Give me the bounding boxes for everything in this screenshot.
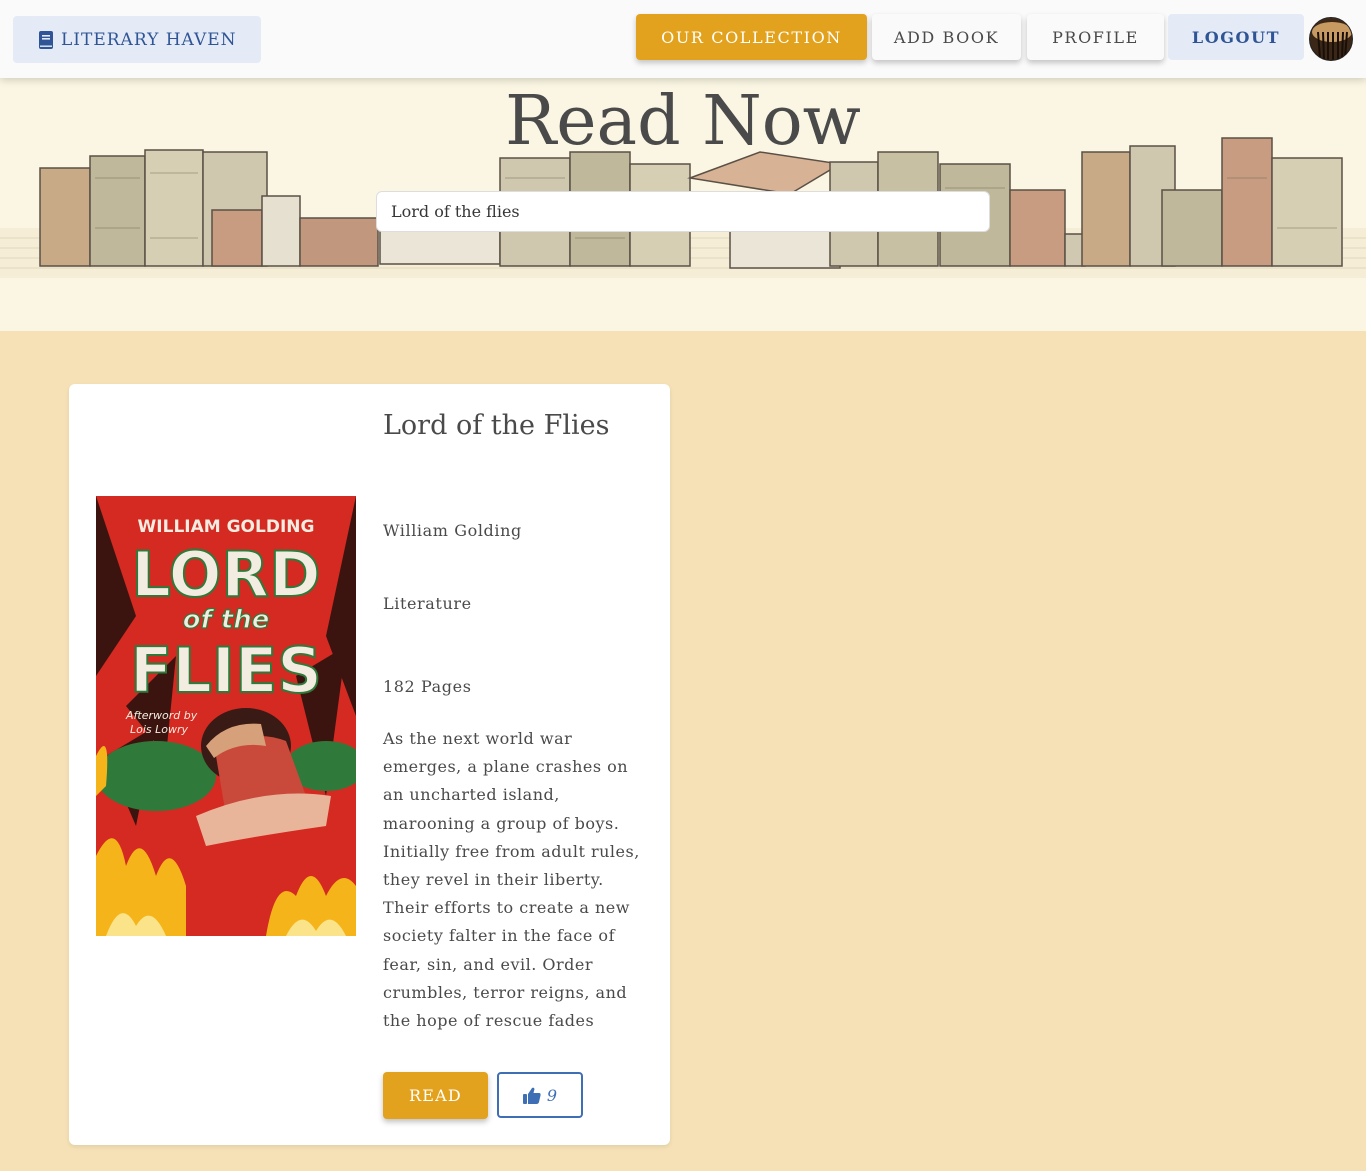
cover-afterword-1: Afterword by <box>125 709 198 722</box>
cover-art: WILLIAM GOLDING LORD of the FLIES Afterw… <box>96 496 356 936</box>
read-button[interactable]: READ <box>383 1072 488 1119</box>
page-title: Read Now <box>505 82 861 161</box>
our-collection-button[interactable]: OUR COLLECTION <box>636 14 867 60</box>
like-count: 9 <box>546 1085 558 1105</box>
book-title: Lord of the Flies <box>383 410 610 441</box>
search-input[interactable] <box>376 191 990 232</box>
add-book-button[interactable]: ADD BOOK <box>872 14 1021 60</box>
book-description: As the next world war emerges, a plane c… <box>383 729 640 1031</box>
logout-button[interactable]: LOGOUT <box>1168 14 1304 60</box>
thumbs-up-icon <box>522 1087 541 1104</box>
hero-banner: Read Now <box>0 78 1366 331</box>
book-genre: Literature <box>383 594 472 613</box>
brand-label: LITERARY HAVEN <box>61 29 237 50</box>
cover-author: WILLIAM GOLDING <box>138 517 315 537</box>
profile-button[interactable]: PROFILE <box>1027 14 1164 60</box>
cover-title-top: LORD <box>131 538 320 611</box>
navbar: LITERARY HAVEN OUR COLLECTION ADD BOOK P… <box>0 0 1366 78</box>
book-author: William Golding <box>383 521 522 540</box>
brand-link[interactable]: LITERARY HAVEN <box>13 16 261 63</box>
cover-afterword-2: Lois Lowry <box>130 723 189 736</box>
cover-title-mid: of the <box>183 605 270 635</box>
book-pages: 182 Pages <box>383 677 472 696</box>
like-button[interactable]: 9 <box>497 1072 583 1118</box>
cover-title-bottom: FLIES <box>130 634 322 707</box>
avatar[interactable] <box>1309 17 1353 61</box>
book-cover[interactable]: WILLIAM GOLDING LORD of the FLIES Afterw… <box>96 496 356 936</box>
avatar-image <box>1310 18 1352 60</box>
book-card: WILLIAM GOLDING LORD of the FLIES Afterw… <box>69 384 670 1145</box>
book-icon <box>39 30 53 49</box>
